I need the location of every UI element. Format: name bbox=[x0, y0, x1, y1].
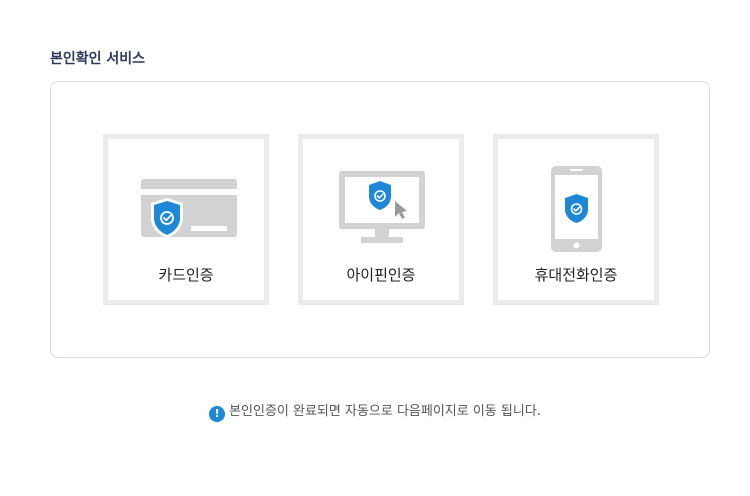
exclamation-icon: ! bbox=[209, 406, 226, 422]
section-title: 본인확인 서비스 bbox=[50, 51, 146, 67]
notice-text: 본인인증이 완료되면 자동으로 다음페이지로 이동 됩니다. bbox=[229, 404, 541, 419]
monitor-shield-icon bbox=[303, 139, 459, 257]
card-verification-label: 카드인증 bbox=[158, 266, 214, 284]
ipin-verification-label: 아이핀인증 bbox=[346, 266, 416, 284]
notice: ! 본인인증이 완료되면 자동으로 다음페이지로 이동 됩니다. bbox=[0, 402, 750, 422]
phone-verification-label: 휴대전화인증 bbox=[534, 266, 618, 284]
phone-verification-option[interactable]: 휴대전화인증 bbox=[493, 134, 659, 305]
card-verification-option[interactable]: 카드인증 bbox=[103, 134, 269, 305]
credit-card-shield-icon bbox=[108, 139, 264, 257]
verification-panel: 카드인증 아이핀인증 휴대전화인증 bbox=[50, 81, 710, 358]
smartphone-shield-icon bbox=[498, 139, 654, 257]
ipin-verification-option[interactable]: 아이핀인증 bbox=[298, 134, 464, 305]
